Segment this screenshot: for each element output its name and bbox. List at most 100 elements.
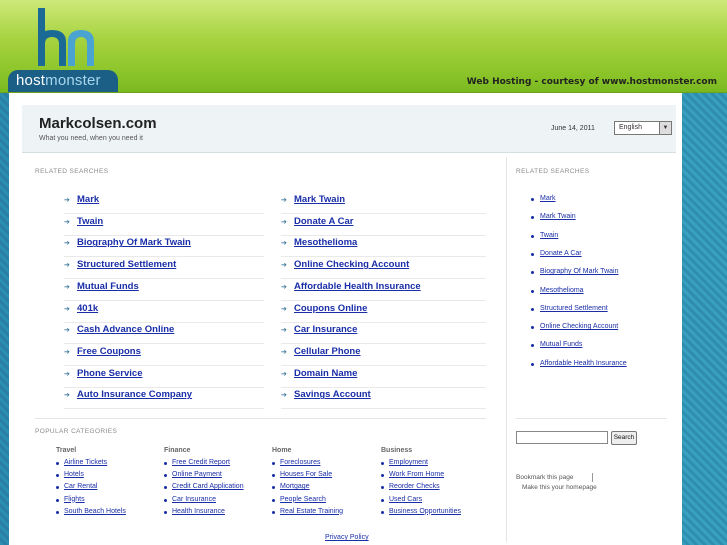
- bullet-icon: [531, 198, 534, 201]
- list-item: ➔ Coupons Online: [281, 302, 486, 323]
- category-link[interactable]: Free Credit Report: [172, 459, 230, 466]
- right-related-link[interactable]: Twain: [540, 232, 558, 239]
- related-search-link[interactable]: Mutual Funds: [77, 281, 139, 292]
- arrow-icon: ➔: [64, 240, 70, 248]
- right-related-link[interactable]: Affordable Health Insurance: [540, 360, 627, 367]
- privacy-policy-link[interactable]: Privacy Policy: [325, 534, 369, 541]
- right-related-link[interactable]: Biography Of Mark Twain: [540, 268, 618, 275]
- category-link[interactable]: Business Opportunities: [389, 508, 461, 515]
- category-link[interactable]: Credit Card Application: [172, 483, 244, 490]
- right-related-label: RELATED SEARCHES: [516, 168, 590, 175]
- related-search-link[interactable]: 401k: [77, 303, 98, 314]
- arrow-icon: ➔: [64, 283, 70, 291]
- bullet-icon: [56, 462, 59, 465]
- list-item: ➔ Online Checking Account: [281, 258, 486, 280]
- related-search-link[interactable]: Twain: [77, 216, 103, 227]
- category-link[interactable]: Houses For Sale: [280, 471, 332, 478]
- arrow-icon: ➔: [281, 262, 287, 270]
- right-related-link[interactable]: Mark Twain: [540, 213, 576, 220]
- bullet-icon: [531, 234, 534, 238]
- related-search-link[interactable]: Auto Insurance Company: [77, 389, 192, 400]
- arrow-icon: ➔: [64, 197, 70, 204]
- logo-monster-text: monster: [45, 72, 101, 89]
- arrow-icon: ➔: [281, 197, 287, 204]
- category-link[interactable]: Health Insurance: [172, 508, 225, 515]
- list-item: ➔ Mesothelioma: [281, 236, 486, 258]
- related-search-link[interactable]: Domain Name: [294, 368, 357, 379]
- category-link[interactable]: Car Rental: [64, 483, 97, 490]
- category-link[interactable]: People Search: [280, 496, 326, 503]
- right-related-link[interactable]: Online Checking Account: [540, 323, 618, 330]
- right-related-link[interactable]: Mark: [540, 195, 556, 202]
- bullet-icon: [531, 252, 534, 256]
- logo-host-text: host: [16, 72, 46, 89]
- arrow-icon: ➔: [281, 370, 287, 378]
- related-search-link[interactable]: Structured Settlement: [77, 259, 176, 270]
- category-link[interactable]: Mortgage: [280, 483, 310, 490]
- related-search-link[interactable]: Phone Service: [77, 368, 142, 379]
- category-link[interactable]: Foreclosures: [280, 459, 320, 466]
- language-select[interactable]: English ▼: [614, 121, 672, 135]
- related-search-link[interactable]: Cellular Phone: [294, 346, 361, 357]
- category-link[interactable]: South Beach Hotels: [64, 508, 126, 515]
- divider: [516, 418, 667, 419]
- related-search-link[interactable]: Savings Account: [294, 389, 371, 400]
- divider: [592, 473, 593, 482]
- right-related-link[interactable]: Structured Settlement: [540, 305, 608, 312]
- related-search-link[interactable]: Car Insurance: [294, 324, 357, 335]
- right-related-link[interactable]: Mutual Funds: [540, 341, 582, 348]
- list-item: ➔ Auto Insurance Company: [64, 388, 264, 410]
- related-search-link[interactable]: Coupons Online: [294, 303, 367, 314]
- category-link[interactable]: Employment: [389, 459, 428, 466]
- right-related-link[interactable]: Mesothelioma: [540, 287, 584, 294]
- category-link[interactable]: Real Estate Training: [280, 508, 343, 515]
- list-item: ➔ 401k: [64, 302, 264, 323]
- category-link[interactable]: Car Insurance: [172, 496, 216, 503]
- arrow-icon: ➔: [281, 218, 287, 226]
- related-search-link[interactable]: Cash Advance Online: [77, 324, 174, 335]
- arrow-icon: ➔: [64, 348, 70, 356]
- category-link[interactable]: Work From Home: [389, 471, 444, 478]
- bullet-icon: [272, 498, 275, 502]
- bullet-icon: [531, 271, 534, 275]
- site-subtitle: What you need, when you need it: [39, 135, 143, 142]
- category-link[interactable]: Flights: [64, 496, 85, 503]
- arrow-icon: ➔: [64, 327, 70, 335]
- parked-page: Markcolsen.com What you need, when you n…: [9, 93, 682, 545]
- related-search-link[interactable]: Biography Of Mark Twain: [77, 237, 191, 248]
- right-side-strip: [682, 93, 727, 545]
- related-search-link[interactable]: Mark Twain: [294, 194, 345, 205]
- list-item: ➔ Affordable Health Insurance: [281, 280, 486, 301]
- category-link[interactable]: Hotels: [64, 471, 84, 478]
- language-value: English: [619, 124, 642, 131]
- category-link[interactable]: Airline Tickets: [64, 459, 107, 466]
- search-input[interactable]: [516, 431, 608, 444]
- related-search-link[interactable]: Affordable Health Insurance: [294, 281, 421, 292]
- homepage-link[interactable]: Make this your homepage: [522, 484, 597, 491]
- list-item: ➔ Savings Account: [281, 388, 486, 410]
- category-link[interactable]: Online Payment: [172, 471, 222, 478]
- page-header: Markcolsen.com What you need, when you n…: [22, 105, 676, 153]
- chevron-down-icon[interactable]: ▼: [659, 122, 671, 134]
- list-item: ➔ Cash Advance Online: [64, 323, 264, 345]
- bullet-icon: [164, 510, 167, 514]
- arrow-icon: ➔: [64, 262, 70, 270]
- related-search-link[interactable]: Free Coupons: [77, 346, 141, 357]
- bullet-icon: [164, 462, 167, 465]
- arrow-icon: ➔: [64, 218, 70, 226]
- category-link[interactable]: Used Cars: [389, 496, 422, 503]
- search-button[interactable]: Search: [611, 431, 637, 445]
- related-search-link[interactable]: Donate A Car: [294, 216, 353, 227]
- popular-categories-label: POPULAR CATEGORIES: [35, 428, 118, 435]
- arrow-icon: ➔: [281, 283, 287, 291]
- site-title: Markcolsen.com: [39, 115, 157, 132]
- related-search-link[interactable]: Mark: [77, 194, 99, 205]
- related-search-link[interactable]: Mesothelioma: [294, 237, 357, 248]
- right-related-link[interactable]: Donate A Car: [540, 250, 582, 257]
- category-link[interactable]: Reorder Checks: [389, 483, 440, 490]
- bullet-icon: [381, 474, 384, 478]
- related-search-link[interactable]: Online Checking Account: [294, 259, 409, 270]
- bullet-icon: [531, 307, 534, 311]
- hostmonster-logo[interactable]: hostmonster: [8, 70, 118, 92]
- bookmark-link[interactable]: Bookmark this page: [516, 474, 573, 481]
